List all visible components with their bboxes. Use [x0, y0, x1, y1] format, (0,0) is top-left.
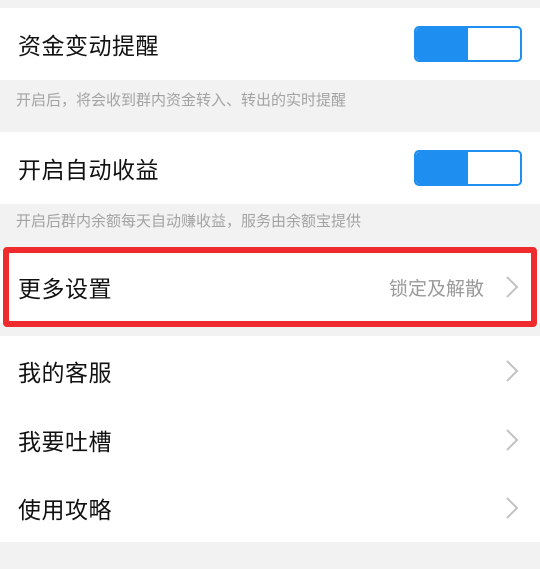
- fund-alert-label: 资金变动提醒: [18, 34, 159, 60]
- feedback-row[interactable]: 我要吐槽: [0, 406, 540, 474]
- chevron-right-icon: [504, 495, 520, 521]
- chevron-right-icon: [504, 358, 520, 384]
- toggle-on-fill: [416, 152, 468, 184]
- chevron-right-icon: [504, 274, 520, 300]
- fund-alert-hint: 开启后，将会收到群内资金转入、转出的实时提醒: [16, 91, 347, 109]
- toggle-thumb: [468, 28, 520, 60]
- chevron-right-icon: [504, 427, 520, 453]
- more-settings-row[interactable]: 更多设置 锁定及解散: [0, 251, 540, 323]
- customer-service-label: 我的客服: [18, 361, 112, 387]
- auto-earnings-toggle[interactable]: [414, 150, 522, 186]
- more-settings-label: 更多设置: [18, 277, 112, 303]
- settings-page: 资金变动提醒 开启后，将会收到群内资金转入、转出的实时提醒 开启自动收益 开启后…: [0, 0, 540, 569]
- auto-earnings-label: 开启自动收益: [18, 158, 159, 184]
- toggle-on-fill: [416, 28, 468, 60]
- fund-alert-row: 资金变动提醒: [0, 8, 540, 80]
- fund-alert-toggle[interactable]: [414, 26, 522, 62]
- guide-label: 使用攻略: [18, 498, 112, 524]
- auto-earnings-hint: 开启后群内余额每天自动赚收益，服务由余额宝提供: [16, 212, 362, 230]
- toggle-thumb: [468, 152, 520, 184]
- feedback-label: 我要吐槽: [18, 430, 112, 456]
- more-settings-value: 锁定及解散: [388, 277, 484, 300]
- customer-service-row[interactable]: 我的客服: [0, 336, 540, 406]
- auto-earnings-row: 开启自动收益: [0, 132, 540, 204]
- guide-row[interactable]: 使用攻略: [0, 474, 540, 542]
